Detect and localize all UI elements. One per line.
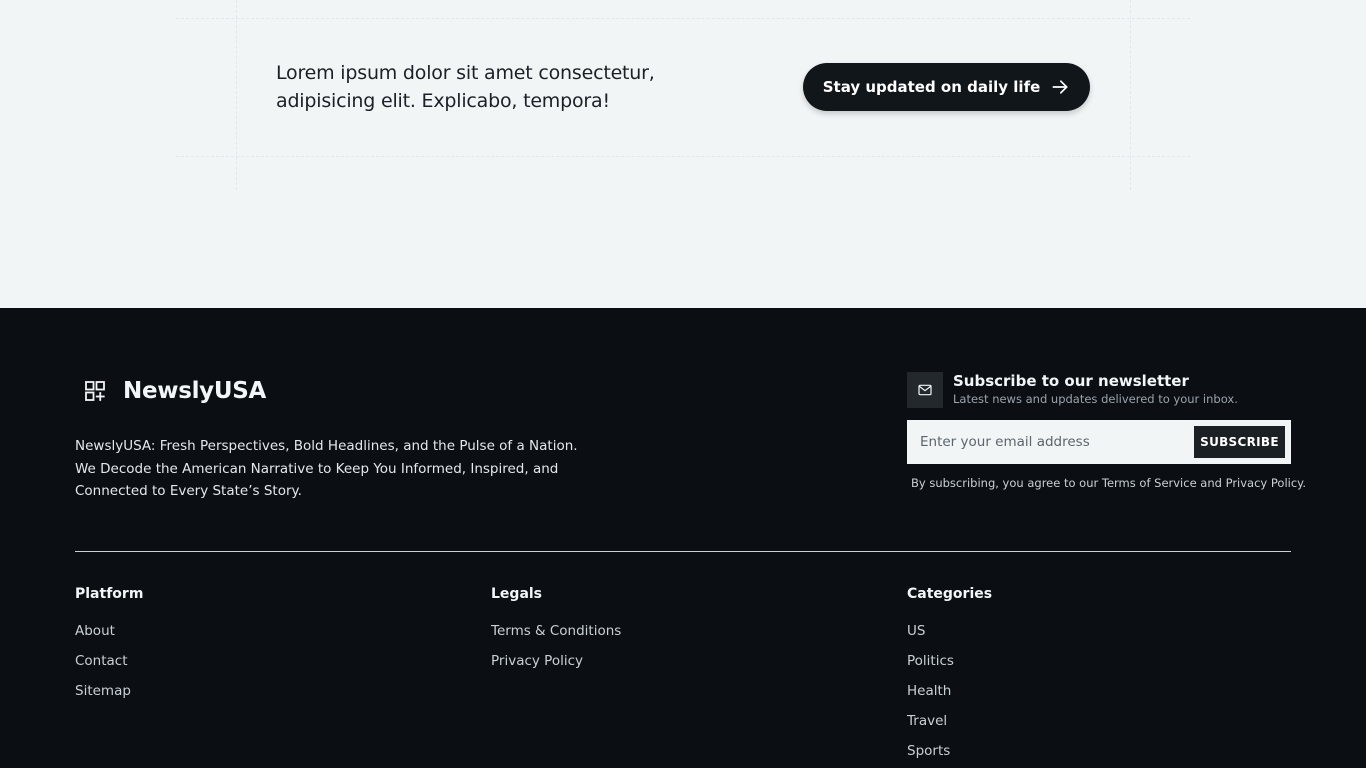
email-input[interactable] <box>907 420 1187 464</box>
footer-divider <box>75 551 1291 552</box>
newsletter-terms: By subscribing, you agree to our Terms o… <box>911 476 1306 490</box>
newsletter-form: SUBSCRIBE <box>907 420 1291 464</box>
decorative-guide-line <box>176 156 1190 157</box>
column-title: Categories <box>907 586 993 602</box>
footer-link-travel[interactable]: Travel <box>907 706 992 736</box>
site-footer: NewslyUSA NewslyUSA: Fresh Perspectives,… <box>0 308 1366 768</box>
footer-link-health[interactable]: Health <box>907 676 992 706</box>
footer-link-about[interactable]: About <box>75 616 143 646</box>
stay-updated-button[interactable]: Stay updated on daily life <box>803 63 1090 111</box>
footer-link-us[interactable]: US <box>907 616 992 646</box>
stay-updated-label: Stay updated on daily life <box>822 78 1041 96</box>
column-title: Platform <box>75 586 144 602</box>
cta-section: Lorem ipsum dolor sit amet consectetur, … <box>0 0 1366 308</box>
cta-text: Lorem ipsum dolor sit amet consectetur, … <box>276 62 655 112</box>
footer-link-privacy[interactable]: Privacy Policy <box>491 646 621 676</box>
footer-column-platform: Platform About Contact Sitemap <box>75 586 143 706</box>
footer-column-legals: Legals Terms & Conditions Privacy Policy <box>491 586 621 676</box>
layout-plus-icon <box>85 381 105 401</box>
brand-description: NewslyUSA: Fresh Perspectives, Bold Head… <box>75 438 578 499</box>
newsletter-icon-box <box>907 372 943 408</box>
decorative-guide-line <box>1130 0 1131 190</box>
column-title: Legals <box>491 586 543 602</box>
mail-icon <box>918 384 932 396</box>
footer-link-sitemap[interactable]: Sitemap <box>75 676 143 706</box>
newsletter-subtitle: Latest news and updates delivered to you… <box>953 392 1238 406</box>
decorative-guide-line <box>176 18 1190 19</box>
footer-link-sports[interactable]: Sports <box>907 736 992 766</box>
footer-link-terms[interactable]: Terms & Conditions <box>491 616 621 646</box>
footer-column-categories: Categories US Politics Health Travel Spo… <box>907 586 992 766</box>
brand-name: NewslyUSA <box>123 378 267 404</box>
decorative-guide-line <box>236 0 237 190</box>
newsletter-title: Subscribe to our newsletter <box>953 372 1189 390</box>
arrow-right-icon <box>1052 80 1068 94</box>
footer-link-politics[interactable]: Politics <box>907 646 992 676</box>
brand-logo-link[interactable]: NewslyUSA <box>83 378 266 404</box>
footer-link-contact[interactable]: Contact <box>75 646 143 676</box>
subscribe-button[interactable]: SUBSCRIBE <box>1194 426 1285 458</box>
